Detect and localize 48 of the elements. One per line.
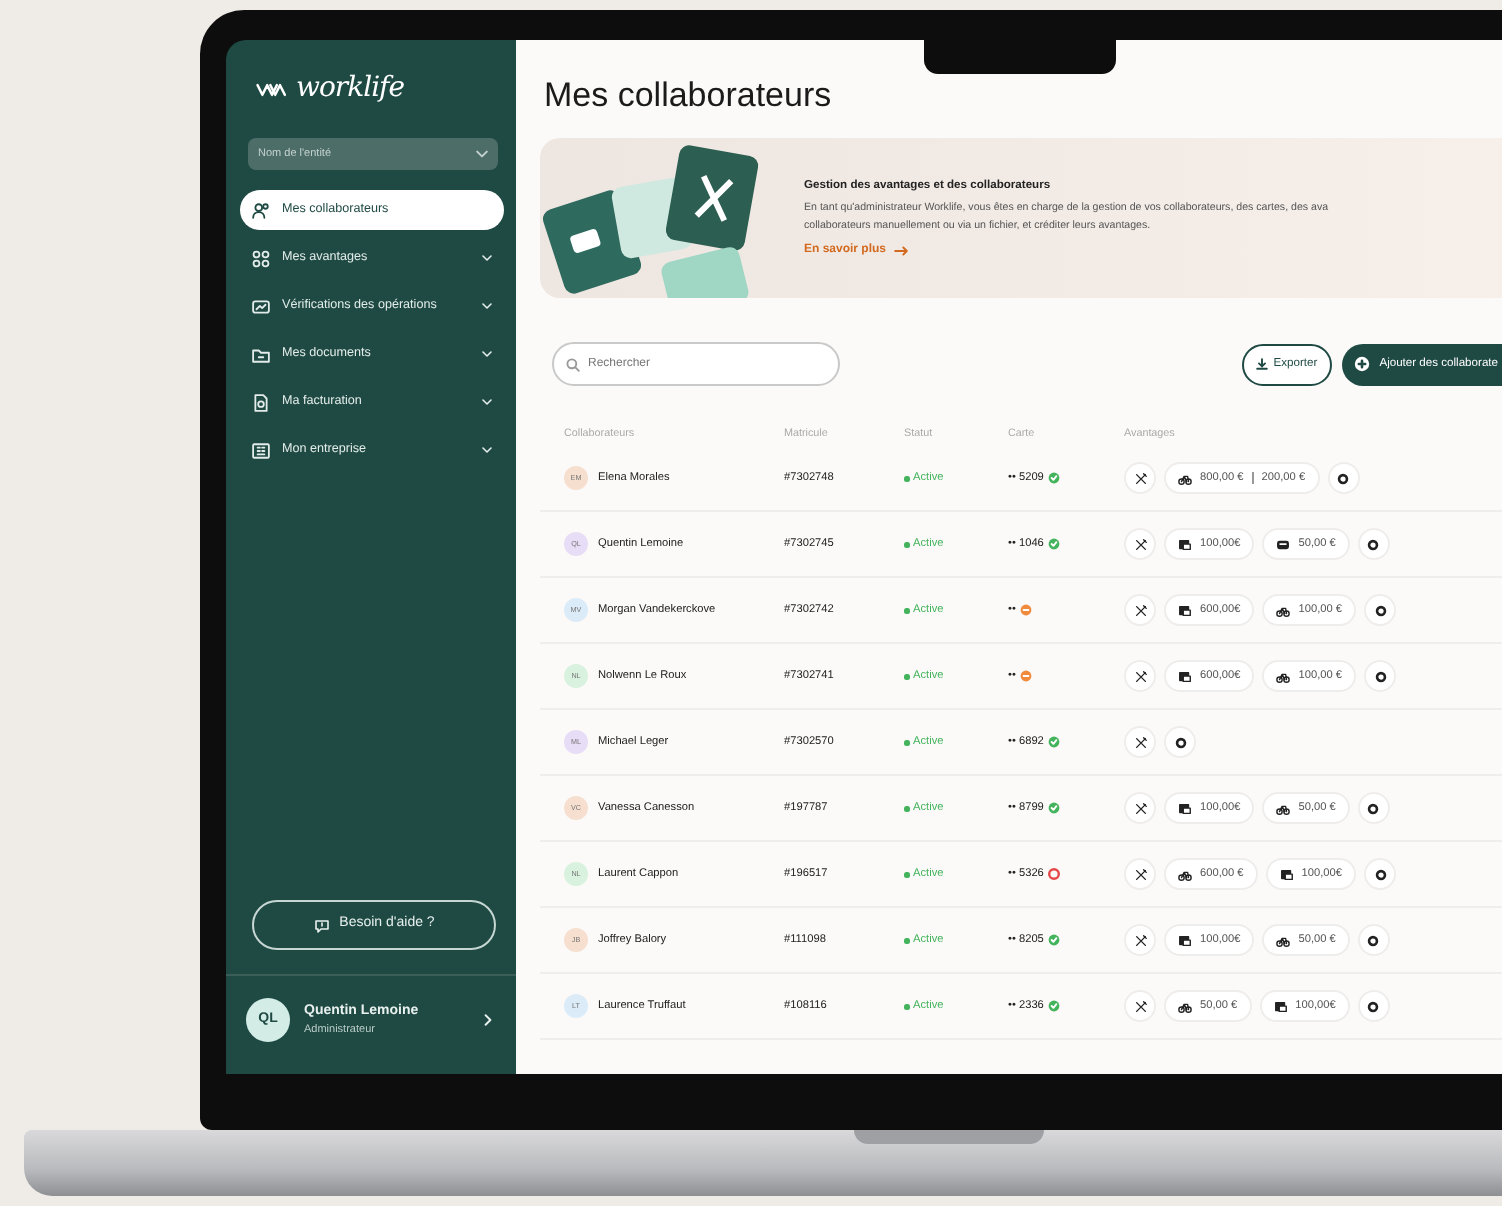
bicycle-icon: [1276, 933, 1291, 948]
fork-knife-icon: [1133, 801, 1147, 816]
plus-circle-icon: [1353, 356, 1370, 373]
status-dot: [904, 872, 909, 878]
status-dot: [904, 806, 909, 812]
fork-knife-icon: [1133, 933, 1147, 948]
chevron-down-icon: [476, 150, 488, 158]
status-dot: [904, 674, 909, 680]
fork-knife-icon: [1133, 603, 1147, 618]
logo-text: worklife: [296, 70, 405, 108]
ring-icon: [1366, 537, 1381, 552]
search-icon: [566, 357, 580, 372]
arrow-right-icon: [894, 246, 909, 257]
download-icon: [1255, 358, 1268, 371]
invoice-icon: [252, 393, 270, 411]
ring-icon: [1366, 801, 1381, 816]
fork-knife-icon: [1133, 537, 1147, 552]
bicycle-icon: [1178, 471, 1192, 486]
ring-icon: [1366, 933, 1381, 948]
fork-knife-icon: [1133, 669, 1147, 684]
bicycle-icon: [1276, 801, 1291, 816]
folder-icon: [252, 345, 270, 363]
status-dot: [904, 1004, 909, 1010]
ring-icon: [1336, 471, 1351, 486]
fork-knife-icon: [1133, 999, 1147, 1014]
fork-knife-icon: [1133, 867, 1147, 882]
bicycle-icon: [1276, 603, 1291, 618]
page-title: Mes collaborateurs: [544, 76, 834, 117]
status-dot: [904, 608, 909, 614]
status-dot: [904, 476, 909, 482]
speech-bubble-icon: [313, 917, 330, 933]
grid-icon: [252, 249, 270, 267]
bicycle-icon: [1178, 867, 1192, 882]
chevron-right-icon: [484, 1014, 492, 1026]
ring-icon: [1173, 735, 1187, 750]
fork-knife-icon: [1133, 471, 1147, 486]
bicycle-icon: [1276, 669, 1291, 684]
fork-knife-icon: [1133, 735, 1147, 750]
status-dot: [904, 938, 909, 944]
ring-icon: [1373, 867, 1388, 882]
status-dot: [904, 542, 909, 548]
status-dot: [904, 740, 909, 746]
logo-icon: [256, 81, 288, 97]
ring-icon: [1373, 669, 1388, 684]
ring-icon: [1373, 603, 1388, 618]
ring-icon: [1366, 999, 1381, 1014]
bicycle-icon: [1178, 999, 1192, 1014]
users-icon: [252, 201, 270, 219]
